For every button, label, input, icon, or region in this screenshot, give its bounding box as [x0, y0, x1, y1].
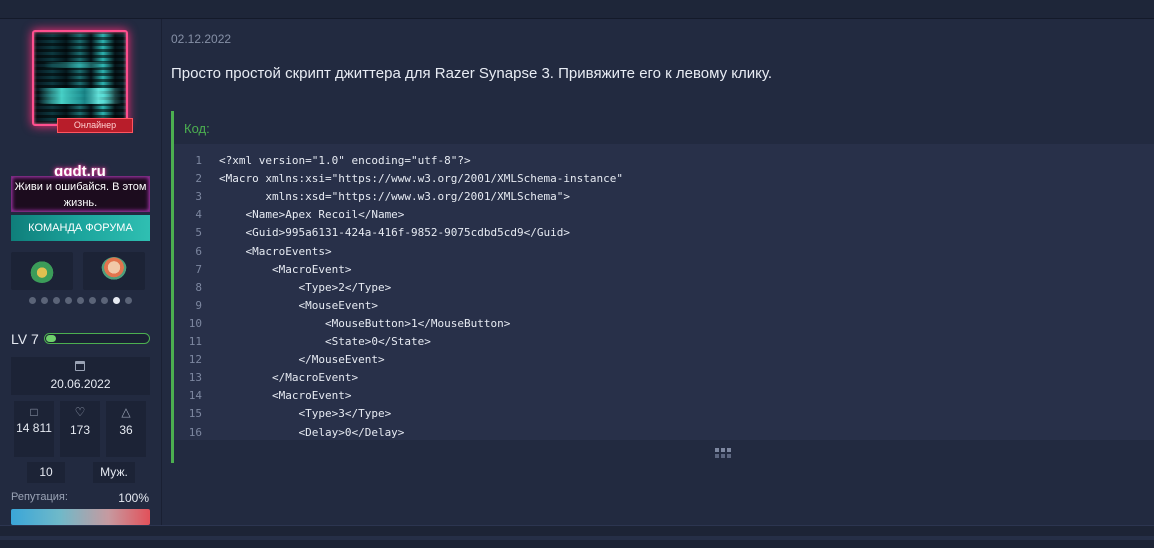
carousel-dot[interactable]	[40, 297, 48, 304]
code-text: <MouseEvent>	[219, 298, 378, 312]
code-label: Код:	[184, 121, 210, 136]
calendar-icon	[75, 361, 85, 371]
trophy-stat[interactable]: △ 36	[106, 401, 146, 457]
line-number: 10	[188, 316, 202, 330]
code-line: 11 <State>0</State>	[174, 333, 1154, 351]
join-date-box: 20.06.2022	[11, 357, 150, 395]
line-number: 5	[195, 226, 202, 240]
line-number: 15	[188, 407, 202, 421]
carousel-dot[interactable]	[124, 297, 132, 304]
user-title: Живи и ошибайся. В этом жизнь.	[11, 176, 150, 212]
code-line: 5 <Guid>995a6131-424a-416f-9852-9075cdbd…	[174, 224, 1154, 242]
award-house[interactable]	[11, 252, 73, 290]
code-text: <MacroEvent>	[219, 389, 352, 403]
line-number: 8	[195, 280, 202, 294]
line-number: 4	[195, 208, 202, 222]
line-number: 11	[188, 335, 202, 348]
house-award-icon	[29, 257, 55, 283]
line-number: 7	[195, 262, 202, 276]
code-line: 2 <Macro xmlns:xsi="https://www.w3.org/20…	[174, 170, 1154, 188]
code-text: <Type>2</Type>	[219, 280, 392, 294]
user-sidebar: Онлайнер ggdt.ru Живи и ошибайся. В этом…	[0, 19, 162, 525]
line-number: 14	[188, 389, 202, 403]
trophy-icon: △	[121, 405, 131, 419]
carousel-dot[interactable]	[112, 297, 120, 304]
code-text: <Name>Apex Recoil</Name>	[219, 208, 405, 222]
line-number: 9	[195, 298, 202, 312]
line-number: 12	[188, 353, 202, 367]
post-text: Просто простой скрипт джиттера для Razer…	[171, 65, 773, 82]
award-person[interactable]	[83, 252, 145, 290]
line-number: 16	[188, 425, 202, 439]
post-content: 02.12.2022 Просто простой скрипт джиттер…	[162, 19, 1154, 525]
code-text: <MouseButton>1</MouseButton>	[219, 316, 511, 330]
code-text: <Macro xmlns:xsi="https://www.w3.org/200…	[219, 172, 623, 186]
carousel-dot[interactable]	[100, 297, 108, 304]
join-date: 20.06.2022	[50, 377, 111, 391]
level-label: LV 7	[11, 331, 39, 347]
code-line: 1 <?xml version="1.0" encoding="utf-8"?>	[174, 152, 1154, 170]
code-area[interactable]: 1 <?xml version="1.0" encoding="utf-8"?> 2…	[174, 144, 1154, 440]
award-carousel-dots	[18, 297, 142, 304]
code-text: <Delay>0</Delay>	[219, 425, 405, 439]
carousel-dot[interactable]	[64, 297, 72, 304]
code-line: 14 <MacroEvent>	[174, 387, 1154, 405]
code-text: <?xml version="1.0" encoding="utf-8"?>	[219, 154, 471, 167]
bottom-strip	[0, 525, 1154, 548]
code-line: 15 <Type>3</Type>	[174, 405, 1154, 423]
line-number: 2	[195, 172, 202, 186]
trophy-points: 36	[119, 423, 133, 437]
code-text: </MacroEvent>	[219, 371, 359, 385]
extra-stat-box: 10	[27, 462, 65, 483]
code-line: 9 <MouseEvent>	[174, 297, 1154, 315]
code-line: 12 </MouseEvent>	[174, 351, 1154, 369]
person-award-icon	[101, 257, 127, 283]
reputation-bar	[11, 509, 150, 525]
messages-count: 14 811	[16, 421, 52, 435]
level-progress-bar	[44, 333, 150, 344]
code-line: 16 <Delay>0</Delay>	[174, 424, 1154, 442]
messages-stat[interactable]: □ 14 811	[14, 401, 54, 457]
code-line: 8 <Type>2</Type>	[174, 279, 1154, 297]
line-number: 1	[195, 154, 202, 167]
top-strip	[0, 0, 1154, 19]
carousel-dot[interactable]	[28, 297, 36, 304]
line-number: 6	[195, 244, 202, 258]
code-block: Код: 1 <?xml version="1.0" encoding="utf-…	[171, 111, 1154, 463]
online-badge: Онлайнер	[57, 118, 133, 133]
code-line: 4 <Name>Apex Recoil</Name>	[174, 206, 1154, 224]
avatar-art-glow	[34, 88, 126, 104]
reactions-stat[interactable]: ♡ 173	[60, 401, 100, 457]
divider	[0, 536, 1154, 540]
carousel-dot[interactable]	[52, 297, 60, 304]
code-text: <Type>3</Type>	[219, 407, 392, 421]
gender-box: Муж.	[93, 462, 135, 483]
reputation-label: Репутация:	[11, 491, 68, 503]
code-line: 10 <MouseButton>1</MouseButton>	[174, 315, 1154, 333]
messages-icon: □	[30, 405, 38, 419]
avatar[interactable]	[32, 30, 128, 126]
team-banner: КОМАНДА ФОРУМА	[11, 215, 150, 241]
post-date[interactable]: 02.12.2022	[171, 32, 231, 46]
code-line: 3 xmlns:xsd="https://www.w3.org/2001/XML…	[174, 188, 1154, 206]
carousel-dot[interactable]	[88, 297, 96, 304]
code-text: xmlns:xsd="https://www.w3.org/2001/XMLSc…	[219, 190, 570, 204]
avatar-art	[44, 62, 114, 68]
code-text: <Guid>995a6131-424a-416f-9852-9075cdbd5c…	[219, 226, 570, 240]
code-text: </MouseEvent>	[219, 353, 385, 367]
expand-code-icon[interactable]	[715, 448, 731, 458]
code-text: <MacroEvents>	[219, 244, 332, 258]
reactions-count: 173	[69, 423, 91, 437]
carousel-dot[interactable]	[76, 297, 84, 304]
code-text: <State>0</State>	[219, 335, 431, 348]
line-number: 13	[188, 371, 202, 385]
code-line: 6 <MacroEvents>	[174, 243, 1154, 261]
code-line: 13 </MacroEvent>	[174, 369, 1154, 387]
code-text: <MacroEvent>	[219, 262, 352, 276]
code-line: 7 <MacroEvent>	[174, 261, 1154, 279]
line-number: 3	[195, 190, 202, 204]
level-progress-fill	[46, 335, 56, 342]
reputation-value: 100%	[118, 491, 149, 505]
heart-icon: ♡	[74, 405, 86, 419]
